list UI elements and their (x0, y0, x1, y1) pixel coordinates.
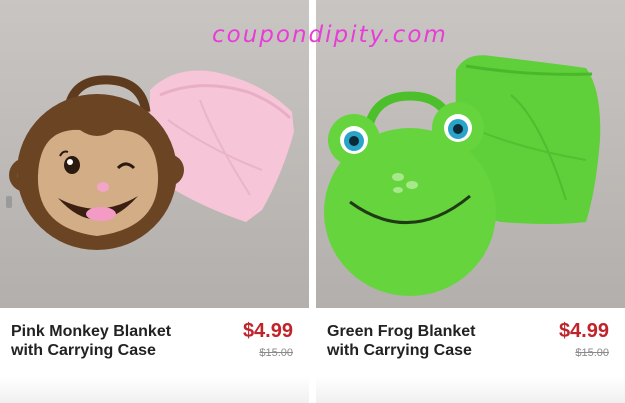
watermark: coupondipity.com (212, 22, 448, 48)
product-card[interactable]: Green Frog Blanket with Carrying Case $4… (316, 0, 625, 403)
sale-price: $4.99 (242, 320, 293, 342)
original-price: $15.00 (575, 347, 609, 359)
product-name[interactable]: Green Frog Blanket with Carrying Case (327, 322, 502, 360)
product-card[interactable]: Pink Monkey Blanket with Carrying Case $… (0, 0, 309, 403)
product-info: Green Frog Blanket with Carrying Case $4… (316, 308, 625, 403)
product-name[interactable]: Pink Monkey Blanket with Carrying Case (11, 322, 186, 360)
product-info: Pink Monkey Blanket with Carrying Case $… (0, 308, 309, 403)
sale-price: $4.99 (558, 320, 609, 342)
original-price: $15.00 (259, 347, 293, 359)
